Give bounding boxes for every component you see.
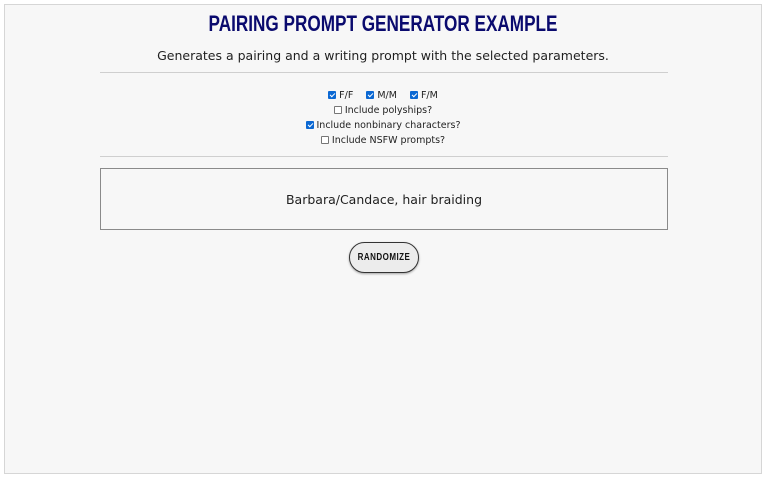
randomize-button[interactable]: Randomize [349, 242, 419, 273]
option-nonbinary-label: Include nonbinary characters? [316, 120, 461, 131]
nonbinary-row: Include nonbinary characters? [5, 118, 761, 133]
checkbox-nonbinary[interactable] [305, 121, 314, 129]
options-panel: F/F M/M F/M Include polyships? Include n… [5, 88, 761, 148]
option-nsfw[interactable]: Include NSFW prompts? [320, 133, 446, 148]
result-text: Barbara/Candace, hair braiding [285, 191, 483, 207]
checkbox-mm[interactable] [366, 91, 375, 99]
divider-bottom [100, 156, 668, 157]
divider-top [100, 72, 668, 73]
page-title: Pairing Prompt Generator Example [208, 11, 558, 36]
nsfw-row: Include NSFW prompts? [5, 133, 761, 148]
option-mm[interactable]: M/M [366, 88, 397, 103]
option-ff-label: F/F [339, 90, 354, 101]
page-frame: Pairing Prompt Generator Example Generat… [4, 4, 762, 474]
option-polyships[interactable]: Include polyships? [333, 103, 433, 118]
polyships-row: Include polyships? [5, 103, 761, 118]
option-fm-label: F/M [420, 90, 438, 101]
option-nonbinary[interactable]: Include nonbinary characters? [305, 118, 461, 133]
option-mm-label: M/M [377, 90, 397, 101]
result-box: Barbara/Candace, hair braiding [100, 168, 668, 230]
option-fm[interactable]: F/M [409, 88, 438, 103]
option-ff[interactable]: F/F [328, 88, 353, 103]
checkbox-ff[interactable] [328, 91, 337, 99]
checkbox-polyships[interactable] [333, 106, 342, 114]
pairing-type-row: F/F M/M F/M [5, 88, 761, 103]
page-subtitle: Generates a pairing and a writing prompt… [157, 48, 609, 63]
option-nsfw-label: Include NSFW prompts? [331, 135, 446, 146]
option-polyships-label: Include polyships? [344, 105, 433, 116]
randomize-button-label: Randomize [357, 252, 411, 263]
checkbox-nsfw[interactable] [320, 136, 329, 144]
checkbox-fm[interactable] [409, 91, 418, 99]
